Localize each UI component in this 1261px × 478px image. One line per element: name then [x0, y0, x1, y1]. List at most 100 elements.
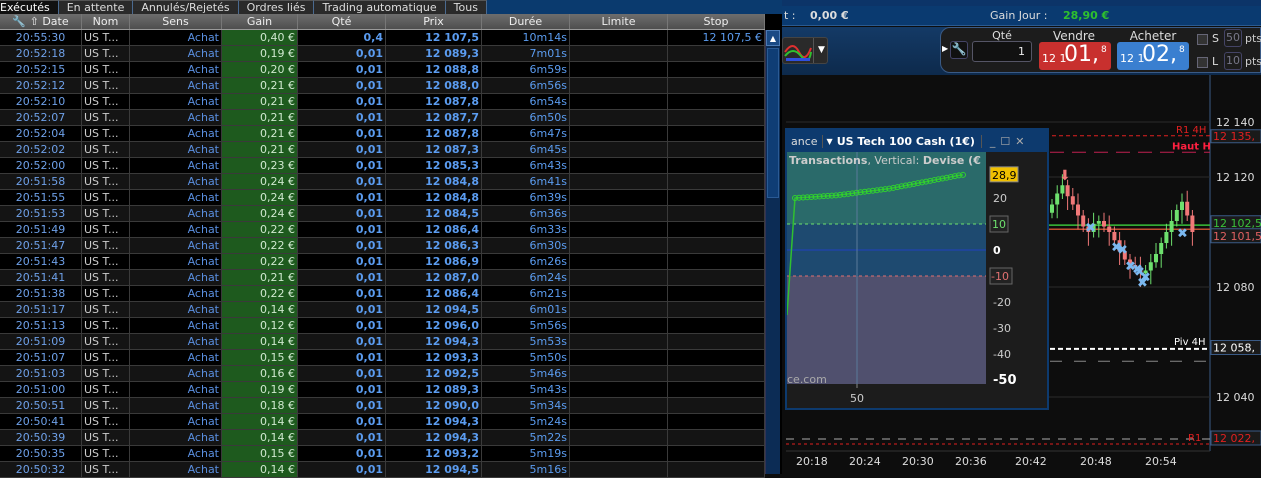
table-row[interactable]: 20:52:10 US T... Achat 0,21 €0,01 12 087,8 6m…: [0, 94, 765, 110]
table-row[interactable]: 20:51:07 US T... Achat 0,15 €0,01 12 093,3 5m…: [0, 350, 765, 366]
table-row[interactable]: 20:51:55 US T... Achat 0,24 €0,01 12 084,8 6m…: [0, 190, 765, 206]
cell-nom: US T...: [82, 142, 130, 157]
cell-prix: 12 087,8: [386, 94, 482, 109]
column-date[interactable]: 🔧 ⇧ Date: [0, 14, 82, 29]
cell-duree: 6m01s: [482, 302, 570, 317]
cell-limite: [570, 30, 668, 45]
tab-en-attente[interactable]: En attente: [58, 0, 134, 14]
cell-limite: [570, 270, 668, 285]
candle: [1159, 243, 1164, 254]
scroll-thumb[interactable]: [767, 48, 779, 198]
table-row[interactable]: 20:50:51 US T... Achat 0,18 €0,01 12 090,0 5m…: [0, 398, 765, 414]
candle: [1174, 210, 1179, 221]
cell-sens: Achat: [130, 174, 222, 189]
popup-titlebar[interactable]: ance ▼ US Tech 100 Cash (1€) _ ☐ ✕: [787, 130, 1047, 152]
maximize-icon[interactable]: ☐: [1000, 135, 1010, 148]
stop-checkbox[interactable]: [1197, 34, 1208, 45]
cell-sens: Achat: [130, 270, 222, 285]
cell-nom: US T...: [82, 270, 130, 285]
expand-arrow-icon[interactable]: ▶: [942, 44, 948, 53]
instrument-dropdown-icon[interactable]: ▼: [823, 137, 837, 146]
table-row[interactable]: 20:52:04 US T... Achat 0,21 €0,01 12 087,8 6m…: [0, 126, 765, 142]
cell-duree: 5m50s: [482, 350, 570, 365]
cell-limite: [570, 158, 668, 173]
table-row[interactable]: 20:51:00 US T... Achat 0,19 €0,01 12 089,3 5m…: [0, 382, 765, 398]
buy-button[interactable]: 12 1 02, 8: [1117, 42, 1189, 70]
tab-annules-rejetes[interactable]: Annulés/Rejetés: [133, 0, 239, 14]
cell-gain: 0,14 €: [222, 414, 298, 429]
table-row[interactable]: 20:50:32 US T... Achat 0,14 €0,01 12 094,5 5m…: [0, 462, 765, 478]
candle: [1076, 204, 1080, 216]
table-row[interactable]: 20:51:09 US T... Achat 0,14 €0,01 12 094,3 5m…: [0, 334, 765, 350]
table-row[interactable]: 20:51:38 US T... Achat 0,22 €0,01 12 086,4 6m…: [0, 286, 765, 302]
cell-gain: 0,21 €: [222, 270, 298, 285]
tab-ordres-lies[interactable]: Ordres liés: [238, 0, 315, 14]
cell-qte: 0,01: [298, 222, 386, 237]
cell-limite: [570, 334, 668, 349]
table-row[interactable]: 20:51:41 US T... Achat 0,21 €0,01 12 087,0 6m…: [0, 270, 765, 286]
cell-duree: 6m36s: [482, 206, 570, 221]
partial-value: 0,00 €: [810, 9, 849, 22]
cell-qte: 0,01: [298, 158, 386, 173]
cell-prix: 12 094,5: [386, 462, 482, 477]
table-row[interactable]: 20:51:03 US T... Achat 0,16 €0,01 12 092,5 5m…: [0, 366, 765, 382]
column-qte[interactable]: Qté: [298, 14, 386, 29]
scroll-up-icon[interactable]: ▲: [766, 30, 780, 46]
stop-pts-input[interactable]: 50: [1224, 29, 1242, 47]
dropdown-chevron-icon[interactable]: ▼: [813, 38, 825, 63]
tab-executes[interactable]: Exécutés: [0, 0, 59, 14]
sell-button[interactable]: 12 1 01, 8: [1039, 42, 1111, 70]
table-row[interactable]: 20:51:53 US T... Achat 0,24 €0,01 12 084,5 6m…: [0, 206, 765, 222]
tab-trading-automatique[interactable]: Trading automatique: [314, 0, 446, 14]
cell-limite: [570, 206, 668, 221]
table-row[interactable]: 20:52:12 US T... Achat 0,21 €0,01 12 088,0 6m…: [0, 78, 765, 94]
table-row[interactable]: 20:51:13 US T... Achat 0,12 €0,01 12 096,0 5m…: [0, 318, 765, 334]
column-stop[interactable]: Stop: [668, 14, 765, 29]
table-row[interactable]: 20:51:58 US T... Achat 0,24 €0,01 12 084,8 6m…: [0, 174, 765, 190]
cell-limite: [570, 398, 668, 413]
limit-pts-input[interactable]: 10: [1224, 52, 1242, 70]
cell-prix: 12 094,3: [386, 414, 482, 429]
table-row[interactable]: 20:51:49 US T... Achat 0,22 €0,01 12 086,4 6m…: [0, 222, 765, 238]
column-nom[interactable]: Nom: [82, 14, 130, 29]
tab-tous[interactable]: Tous: [445, 0, 487, 14]
close-icon[interactable]: ✕: [1015, 135, 1024, 148]
table-row[interactable]: 20:52:18 US T... Achat 0,19 €0,01 12 089,3 7m…: [0, 46, 765, 62]
column-sens[interactable]: Sens: [130, 14, 222, 29]
wrench-icon[interactable]: 🔧: [12, 15, 26, 28]
cell-nom: US T...: [82, 78, 130, 93]
qty-input[interactable]: 1: [972, 41, 1032, 62]
column-gain[interactable]: Gain: [222, 14, 298, 29]
candle: [1060, 185, 1065, 194]
sell-label: Vendre: [1053, 29, 1095, 43]
cell-stop: [668, 190, 765, 205]
table-row[interactable]: 20:50:39 US T... Achat 0,14 €0,01 12 094,3 5m…: [0, 430, 765, 446]
limit-checkbox[interactable]: [1197, 57, 1208, 68]
indicator-button[interactable]: ▼: [782, 37, 828, 64]
cell-prix: 12 087,3: [386, 142, 482, 157]
column-duree[interactable]: Durée: [482, 14, 570, 29]
cell-stop: [668, 446, 765, 461]
table-row[interactable]: 20:51:17 US T... Achat 0,14 €0,01 12 094,5 6m…: [0, 302, 765, 318]
column-prix[interactable]: Prix: [386, 14, 482, 29]
cell-stop: 12 107,5 €: [668, 30, 765, 45]
popup-title-left[interactable]: ance: [787, 134, 823, 148]
cell-qte: 0,01: [298, 366, 386, 381]
vertical-scrollbar[interactable]: ▲: [765, 30, 780, 474]
table-row[interactable]: 20:55:30 US T... Achat 0,40 €0,4 12 107,5 10m…: [0, 30, 765, 46]
table-row[interactable]: 20:50:41 US T... Achat 0,14 €0,01 12 094,3 5m…: [0, 414, 765, 430]
table-row[interactable]: 20:52:07 US T... Achat 0,21 €0,01 12 087,7 6m…: [0, 110, 765, 126]
table-row[interactable]: 20:52:02 US T... Achat 0,21 €0,01 12 087,3 6m…: [0, 142, 765, 158]
table-row[interactable]: 20:52:15 US T... Achat 0,20 €0,01 12 088,8 6m…: [0, 62, 765, 78]
minimize-icon[interactable]: _: [990, 135, 996, 148]
table-row[interactable]: 20:51:43 US T... Achat 0,22 €0,01 12 086,9 6m…: [0, 254, 765, 270]
table-row[interactable]: 20:52:00 US T... Achat 0,23 €0,01 12 085,3 6m…: [0, 158, 765, 174]
r1-value: 12 022,: [1213, 432, 1255, 445]
wrench-icon[interactable]: 🔧: [950, 41, 968, 59]
column-limite[interactable]: Limite: [570, 14, 668, 29]
popup-instrument[interactable]: US Tech 100 Cash (1€): [837, 134, 982, 148]
table-row[interactable]: 20:51:47 US T... Achat 0,22 €0,01 12 086,3 6m…: [0, 238, 765, 254]
cell-qte: 0,01: [298, 414, 386, 429]
price-tick: 12 120: [1216, 171, 1255, 184]
table-row[interactable]: 20:50:35 US T... Achat 0,15 €0,01 12 093,2 5m…: [0, 446, 765, 462]
